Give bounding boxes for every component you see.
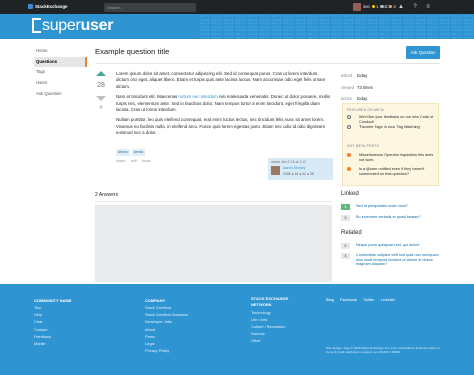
question-stats: asked today viewed 73 times active today (341, 70, 373, 105)
owner-avatar[interactable] (271, 166, 280, 175)
nav-tags[interactable]: Tags (34, 67, 87, 78)
linkedin-link[interactable]: LinkedIn (381, 297, 396, 302)
related-heading: Related (341, 230, 362, 236)
footer-link[interactable]: Contact (34, 326, 71, 333)
edit-link[interactable]: edit (131, 159, 137, 163)
question-paragraph: Nam et tincidunt elit. Maecenas rutrum n… (116, 94, 331, 113)
left-sidebar: Home Questions Tags Users Ask Question (34, 46, 87, 99)
footer-link[interactable]: Privacy Policy (145, 347, 188, 354)
linked-heading: Linked (341, 191, 359, 197)
linked-item[interactable]: 0 Bo inventore veritatis et quasi beatae? (341, 215, 441, 221)
footer-link[interactable]: Stack Overflow (145, 304, 188, 311)
stackexchange-icon (28, 4, 33, 9)
footer-link[interactable]: Feedback (34, 333, 71, 340)
stackoverflow-icon (347, 167, 351, 171)
avatar[interactable] (353, 3, 361, 11)
stackexchange-logo[interactable]: StackExchange (28, 4, 67, 9)
meta-item[interactable]: We'd like your feedback on our new Code … (347, 115, 435, 124)
footer-link[interactable]: Tour (34, 304, 71, 311)
footer-link[interactable]: About (145, 326, 188, 333)
reputation-count: 300 (363, 4, 370, 9)
meta-item[interactable]: Is a @user notified even if they haven't… (347, 167, 435, 176)
owner-name[interactable]: Aaron Shekey (283, 166, 306, 170)
stackoverflow-icon (347, 153, 351, 157)
tag-list: areas areas (116, 149, 146, 156)
linked-item[interactable]: 5 Sed ut perspiciatis unde omni? (341, 204, 441, 210)
achievements-icon[interactable]: ▲ (397, 3, 405, 11)
meta-item-icon (347, 125, 351, 129)
favorite-star-icon[interactable]: ★ (97, 104, 105, 111)
related-item[interactable]: 4 Consectetur adipisci velit sed quia non… (341, 253, 441, 266)
nav-home[interactable]: Home (34, 46, 87, 57)
meta-item-icon (347, 115, 351, 119)
footer-heading: COMMUNITY NAME (34, 298, 72, 303)
footer-social-links: Blog Facebook Twitter LinkedIn (326, 297, 400, 302)
hot-meta-posts-heading: HOT META POSTS (347, 144, 379, 148)
footer-link[interactable]: Press (145, 333, 188, 340)
footer-link[interactable]: Technology (251, 309, 288, 316)
footer-network-column: STACK EXCHANGE NETWORK Technology Life /… (251, 296, 289, 345)
footer-company-column: COMPANY Stack Overflow Stack Overflow Bu… (145, 297, 188, 354)
question-title[interactable]: Example question title (95, 47, 169, 56)
upvote-icon[interactable] (96, 71, 106, 76)
meta-sidebar-box: FEATURED ON META We'd like your feedback… (342, 103, 439, 186)
footer-link[interactable]: Science (251, 330, 288, 337)
footer-link[interactable]: Mobile (34, 340, 71, 347)
owner-reputation: 2406 ● 16 ● 22 ● 38 (283, 172, 314, 176)
footer-heading: STACK EXCHANGE (251, 296, 289, 301)
search-input[interactable]: Search... (104, 3, 196, 12)
question-paragraph: Nullam porttitor, leo quis eleifend cons… (116, 117, 326, 136)
copyright: Site design / logo © 2018 Stack Exchange… (326, 346, 440, 354)
footer-link[interactable]: Life / Arts (251, 316, 288, 323)
gold-badge-icon (371, 4, 376, 8)
featured-on-meta-heading: FEATURED ON META (347, 108, 384, 112)
body-link[interactable]: rutrum nec interdum (178, 94, 217, 99)
meta-item[interactable]: Miscellaneous Operator inquisition this … (347, 153, 435, 162)
tag[interactable]: areas (116, 149, 130, 156)
nav-questions[interactable]: Questions (34, 56, 87, 68)
footer-heading: NETWORK (251, 301, 272, 307)
vote-count: 28 (97, 82, 105, 89)
divider (95, 201, 332, 202)
related-item[interactable]: 0 Neque porro quisquam est, qui dolore (341, 243, 441, 249)
footer-link[interactable]: Stack Overflow Business (145, 311, 188, 318)
help-icon[interactable]: ? (411, 3, 419, 11)
tag[interactable]: areas (131, 149, 146, 156)
divider (95, 63, 440, 64)
footer-link[interactable]: Help (34, 311, 71, 318)
twitter-link[interactable]: Twitter (363, 297, 374, 302)
banner-pattern: 0101 1100 0011 1010 0110 1001 0101 1100 … (200, 15, 474, 39)
footer-community-column: COMMUNITY NAME Tour Help Chat Contact Fe… (34, 297, 71, 347)
blog-link[interactable]: Blog (326, 297, 334, 302)
footer-link[interactable]: Culture / Recreation (251, 323, 288, 330)
footer-heading: COMPANY (145, 298, 166, 303)
nav-ask-question[interactable]: Ask Question (34, 89, 87, 100)
footer-link[interactable]: Developer Jobs (145, 318, 188, 325)
site-switcher-icon[interactable]: ≡ (424, 3, 432, 11)
answers-count: 2 Answers (95, 192, 119, 198)
question-paragraph: Lorem ipsum dolor sit amet, consectetur … (116, 71, 326, 89)
answer-placeholder (95, 205, 332, 282)
stat-viewed: viewed 73 times (341, 84, 373, 90)
post-menu: share edit close (116, 159, 155, 163)
asked-timestamp: asked Jan 3 '16 at 1:12 (271, 160, 306, 164)
question-body: Lorem ipsum dolor sit amet, consectetur … (116, 71, 332, 141)
stat-asked: asked today (341, 73, 368, 78)
footer-link[interactable]: Other (251, 337, 288, 344)
meta-item[interactable]: 'Favorite Tags' is now 'Tag Watching' (347, 125, 435, 131)
footer-link[interactable]: Legal (145, 340, 188, 347)
close-link[interactable]: close (142, 159, 151, 163)
downvote-icon[interactable] (96, 96, 106, 101)
nav-users[interactable]: Users (34, 78, 87, 89)
ask-question-button[interactable]: Ask Question (406, 46, 440, 59)
facebook-link[interactable]: Facebook (340, 297, 357, 302)
footer-link[interactable]: Chat (34, 318, 71, 325)
superuser-logo-mark (32, 18, 41, 33)
superuser-logo[interactable]: superuser (32, 17, 113, 35)
share-link[interactable]: share (116, 159, 126, 163)
inbox-icon[interactable]: ▭ (383, 3, 391, 11)
